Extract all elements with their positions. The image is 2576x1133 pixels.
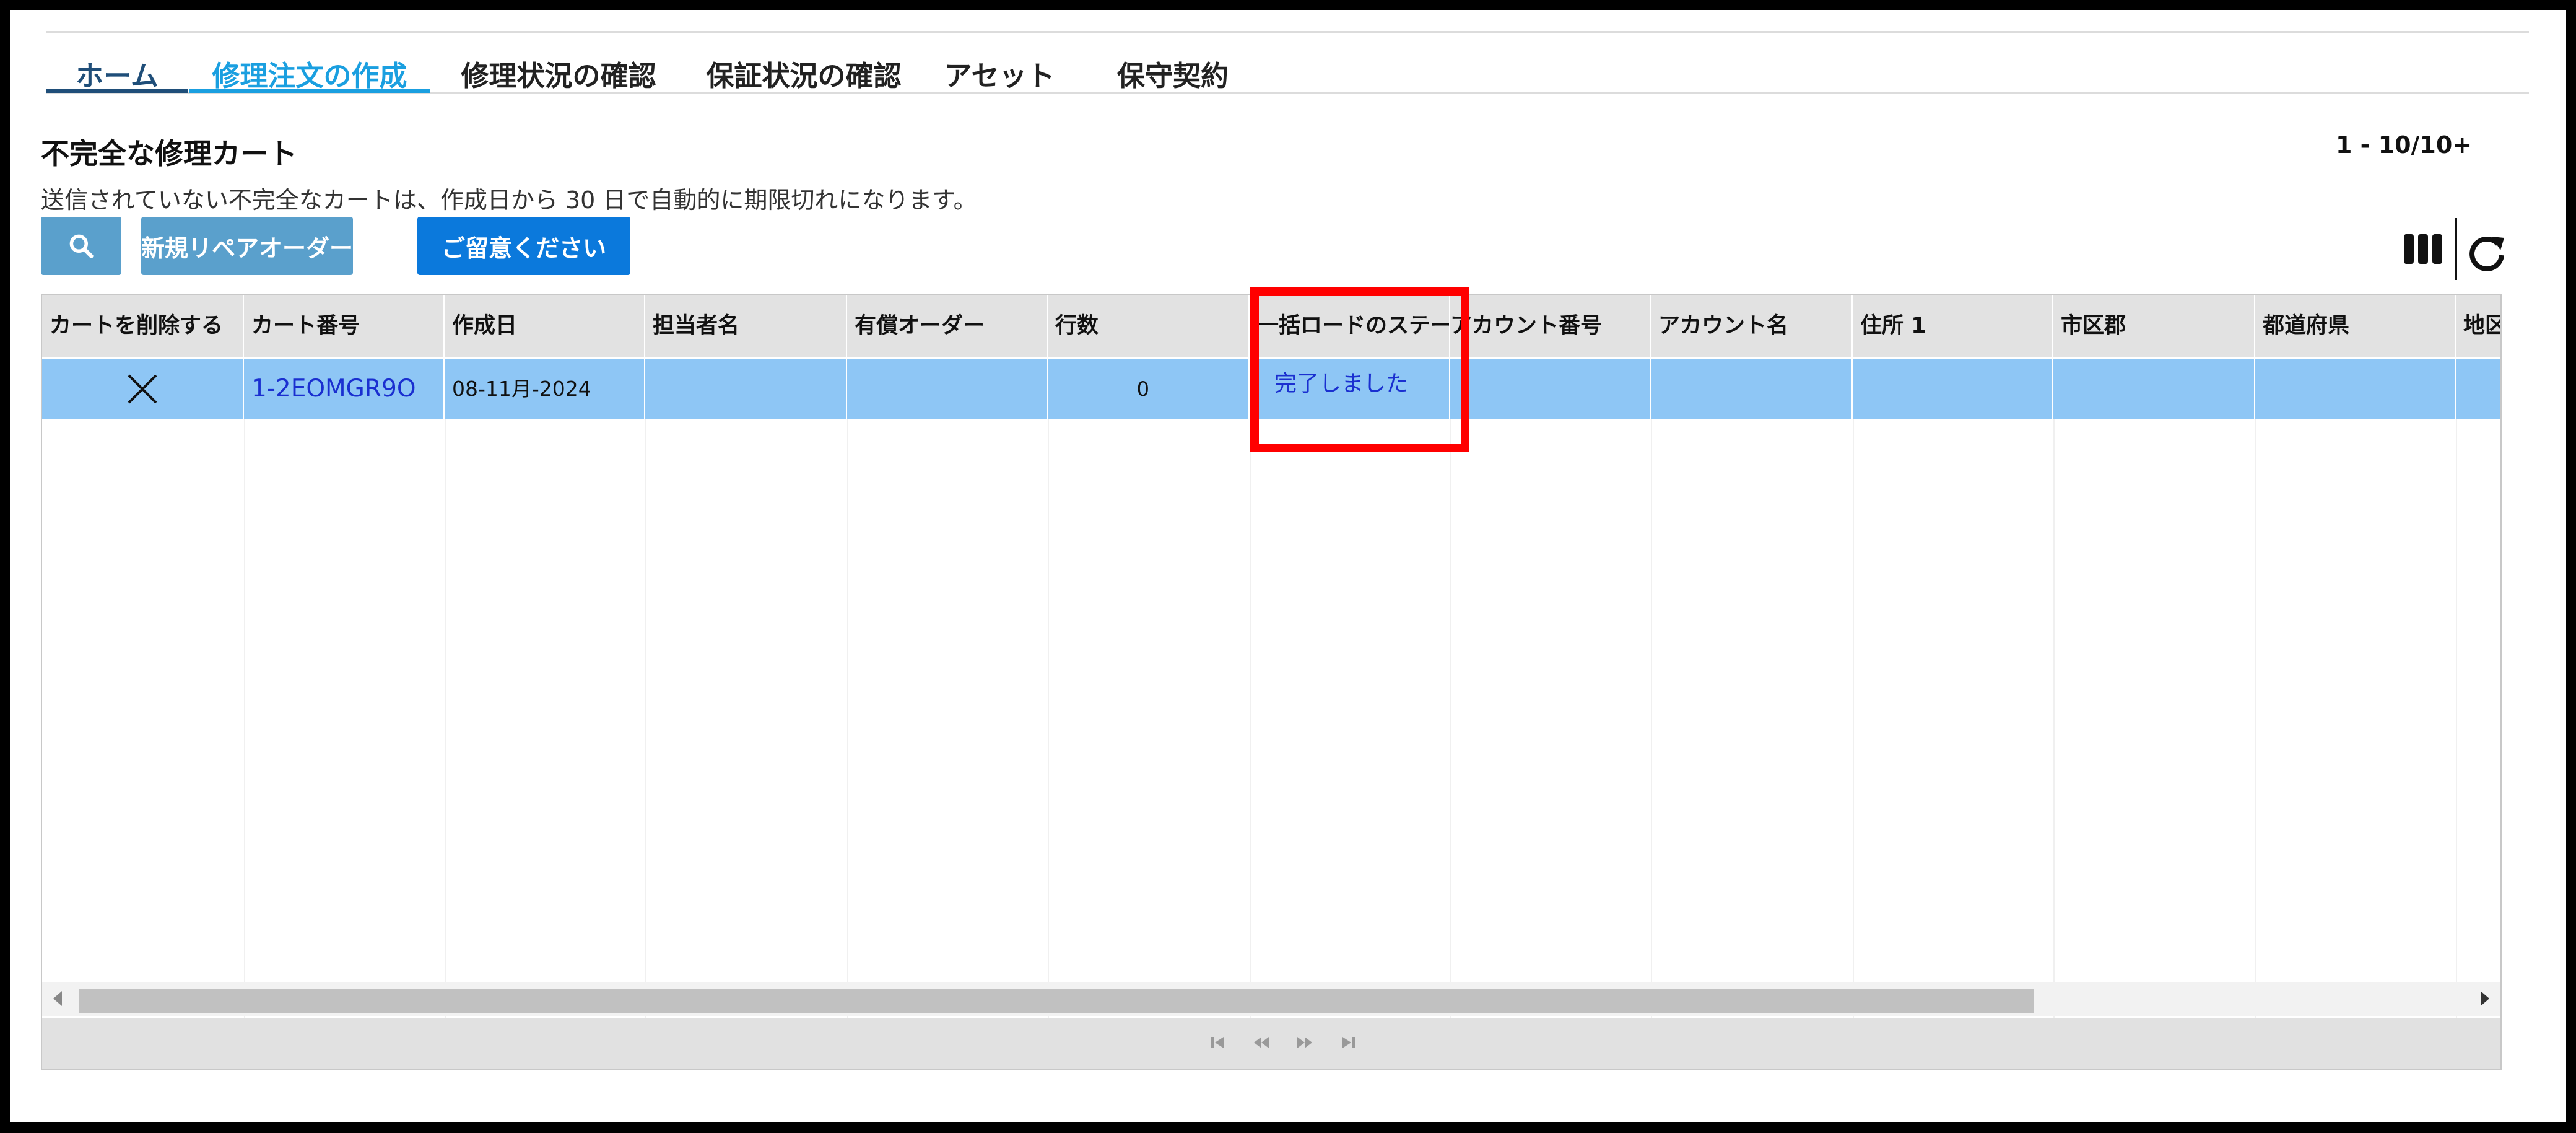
next-page-icon[interactable] (1295, 1033, 1314, 1052)
column-divider (244, 419, 245, 1044)
column-header-paid-order[interactable]: 有償オーダー (847, 295, 1048, 357)
column-header-address1[interactable]: 住所 1 (1853, 295, 2053, 357)
column-divider (1048, 419, 1049, 1044)
column-header-owner[interactable]: 担当者名 (645, 295, 847, 357)
section-description: 送信されていない不完全なカートは、作成日から 30 日で自動的に期限切れになりま… (41, 186, 977, 214)
delete-cart-cell[interactable] (42, 359, 244, 419)
highlight-box (1250, 287, 1469, 452)
horizontal-scrollbar[interactable] (42, 982, 2500, 1016)
column-divider (1853, 419, 1854, 1044)
top-divider (46, 31, 2529, 33)
scroll-left-arrow-icon[interactable] (53, 991, 62, 1006)
column-header-account-number[interactable]: アカウント番号 (1450, 295, 1651, 357)
search-icon (69, 234, 94, 258)
district-cell (2456, 359, 2500, 419)
first-page-icon[interactable] (1209, 1033, 1227, 1052)
close-icon[interactable] (125, 372, 160, 406)
notice-button[interactable]: ご留意ください (417, 217, 630, 275)
account-name-cell (1651, 359, 1853, 419)
column-header-city[interactable]: 市区郡 (2053, 295, 2255, 357)
column-header-account-name[interactable]: アカウント名 (1651, 295, 1853, 357)
column-divider (645, 419, 646, 1044)
column-divider (1651, 419, 1652, 1044)
column-divider (2053, 419, 2055, 1044)
cart-number-link[interactable]: 1-2EOMGR9O (244, 359, 445, 419)
column-divider (2456, 419, 2457, 1044)
toolbar-separator (2455, 218, 2457, 280)
pagination-bar (42, 1018, 2500, 1069)
last-page-icon[interactable] (1339, 1033, 1357, 1052)
lines-cell: 0 (1048, 359, 1250, 419)
scroll-right-arrow-icon[interactable] (2481, 991, 2489, 1006)
column-header-delete[interactable]: カートを削除する (42, 295, 244, 357)
column-header-district[interactable]: 地区 (2456, 295, 2500, 357)
city-cell (2053, 359, 2255, 419)
columns-icon[interactable] (2401, 230, 2445, 268)
pagination-controls (1209, 1033, 1357, 1056)
column-header-prefecture[interactable]: 都道府県 (2255, 295, 2456, 357)
created-date: 08-11月-2024 (445, 359, 645, 419)
search-button[interactable] (41, 217, 121, 275)
column-divider (1250, 419, 1251, 1044)
page-frame: ホーム 修理注文の作成 修理状況の確認 保証状況の確認 アセット 保守契約 不完… (10, 10, 2566, 1122)
paid-order-cell (847, 359, 1048, 419)
prefecture-cell (2255, 359, 2456, 419)
tab-active-underline (189, 89, 430, 93)
column-header-created[interactable]: 作成日 (445, 295, 645, 357)
column-divider (847, 419, 848, 1044)
owner-cell (645, 359, 847, 419)
address1-cell (1853, 359, 2053, 419)
column-header-cart-number[interactable]: カート番号 (244, 295, 445, 357)
column-header-lines[interactable]: 行数 (1048, 295, 1250, 357)
account-number-cell (1450, 359, 1651, 419)
column-divider (1450, 419, 1451, 1044)
tab-home-underline (46, 89, 188, 93)
refresh-icon[interactable] (2466, 230, 2509, 274)
record-count: 1 - 10/10+ (2336, 131, 2473, 159)
column-divider (2255, 419, 2256, 1044)
section-title: 不完全な修理カート (41, 137, 297, 170)
new-repair-order-button[interactable]: 新規リペアオーダー (141, 217, 353, 275)
column-divider (445, 419, 446, 1044)
scrollbar-thumb[interactable] (79, 989, 2034, 1013)
previous-page-icon[interactable] (1252, 1033, 1271, 1052)
